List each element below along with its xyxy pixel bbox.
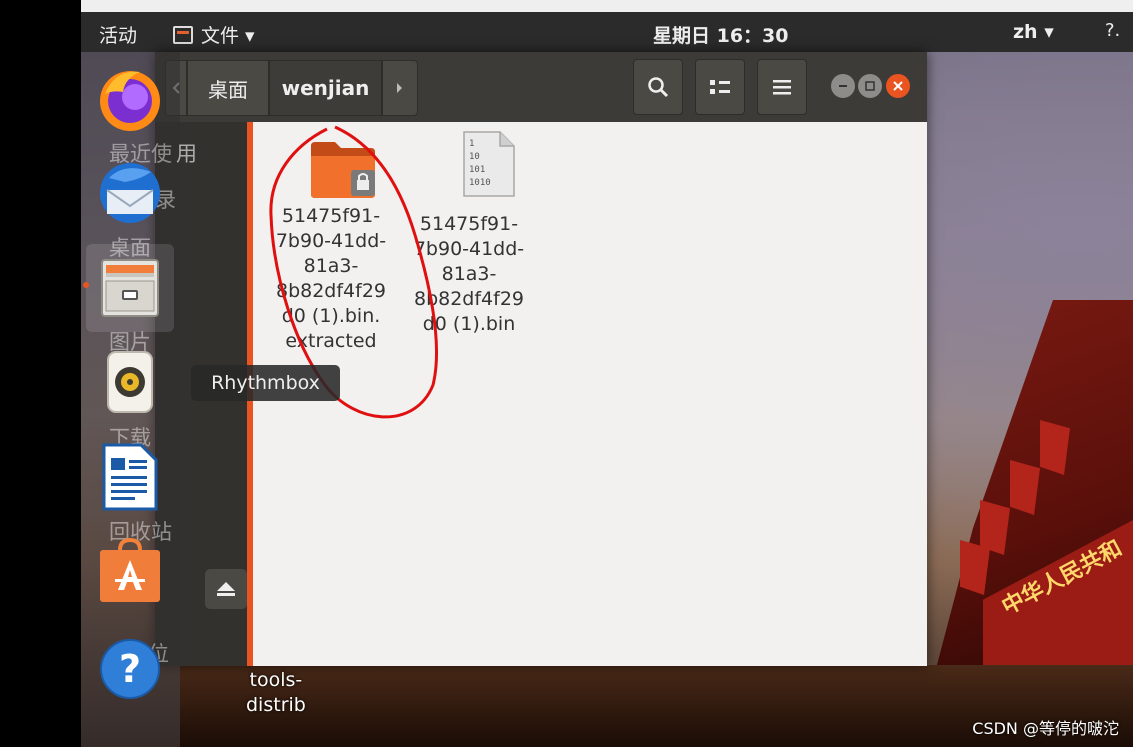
dock-item-thunderbird[interactable] [86,150,174,238]
hamburger-menu-icon [773,80,791,95]
dock-item-firefox[interactable] [86,56,174,144]
input-method-menu[interactable]: zh ▾ [1013,21,1054,43]
path-scroll-right-button[interactable] [382,60,418,116]
chevron-right-icon [397,83,402,93]
list-view-icon [710,80,730,94]
activities-button[interactable]: 活动 [99,21,137,48]
firefox-icon [100,71,160,131]
binary-glyph-text: 1010 [469,178,491,188]
close-button[interactable] [886,74,910,98]
file-cabinet-icon [101,259,159,317]
screen: 中华人民共和 tools- distrib CSDN @等停的啵沱 活动 文件 … [0,0,1133,747]
minimize-icon [839,85,847,87]
help-icon: ? [100,639,160,699]
watermark: CSDN @等停的啵沱 [972,719,1119,738]
dock-tooltip: Rhythmbox [191,365,340,401]
browser-strip [0,0,1133,12]
file-item-extracted-folder[interactable]: 51475f91- 7b90-41dd- 81a3- 8b82df4f29 d0… [266,138,396,354]
minimize-button[interactable] [831,74,855,98]
dock-item-files[interactable] [83,244,174,332]
desktop-icon-label[interactable]: tools- distrib [246,668,306,718]
view-toggle-button[interactable] [695,59,745,115]
files-app-icon [173,26,193,44]
rhythmbox-icon [107,351,153,413]
menu-button[interactable] [757,59,807,115]
dock-item-software[interactable] [86,526,174,614]
close-icon [893,81,903,91]
eject-button[interactable] [205,569,247,609]
file-item-bin[interactable]: 1 10 101 1010 51475f91- 7b90-41dd- 81a3-… [404,130,534,337]
binary-glyph-text: 10 [469,152,480,162]
left-black-strip [0,0,81,747]
binary-glyph-text: 1 [469,139,474,149]
dock: 最近使用 录 桌面 图片 下载 回收站 他位置 [81,52,180,747]
app-menu[interactable]: 文件 ▾ [173,21,255,48]
clock[interactable]: 星期日 16：30 [653,21,789,48]
dock-item-rhythmbox[interactable] [86,338,174,426]
svg-text:?: ? [119,647,141,691]
dock-item-help[interactable]: ? [86,626,174,714]
file-name: 51475f91- 7b90-41dd- 81a3- 8b82df4f29 d0… [413,213,525,335]
sidebar-ghost-label: 用 [176,142,197,166]
system-status-menu[interactable]: ?. [1105,20,1120,41]
path-bar-item-current[interactable]: wenjian [269,60,382,116]
top-bar: 活动 文件 ▾ 星期日 16：30 zh ▾ ?. [81,12,1133,52]
search-icon [648,77,669,98]
software-center-icon [100,538,160,602]
thunderbird-icon [100,163,160,223]
libreoffice-writer-icon [102,443,158,511]
path-bar-item-desktop[interactable]: 桌面 [187,60,269,116]
dock-item-writer[interactable] [86,432,174,520]
binary-file-icon: 1 10 101 1010 [462,131,515,197]
file-name: 51475f91- 7b90-41dd- 81a3- 8b82df4f29 d0… [275,205,387,352]
running-indicator [83,282,89,288]
locked-folder-icon [311,142,375,198]
search-button[interactable] [633,59,683,115]
window-headerbar: 桌面 wenjian [155,52,927,122]
maximize-icon [865,81,875,91]
maximize-button[interactable] [858,74,882,98]
binary-glyph-text: 101 [469,165,485,175]
eject-icon [217,582,235,596]
